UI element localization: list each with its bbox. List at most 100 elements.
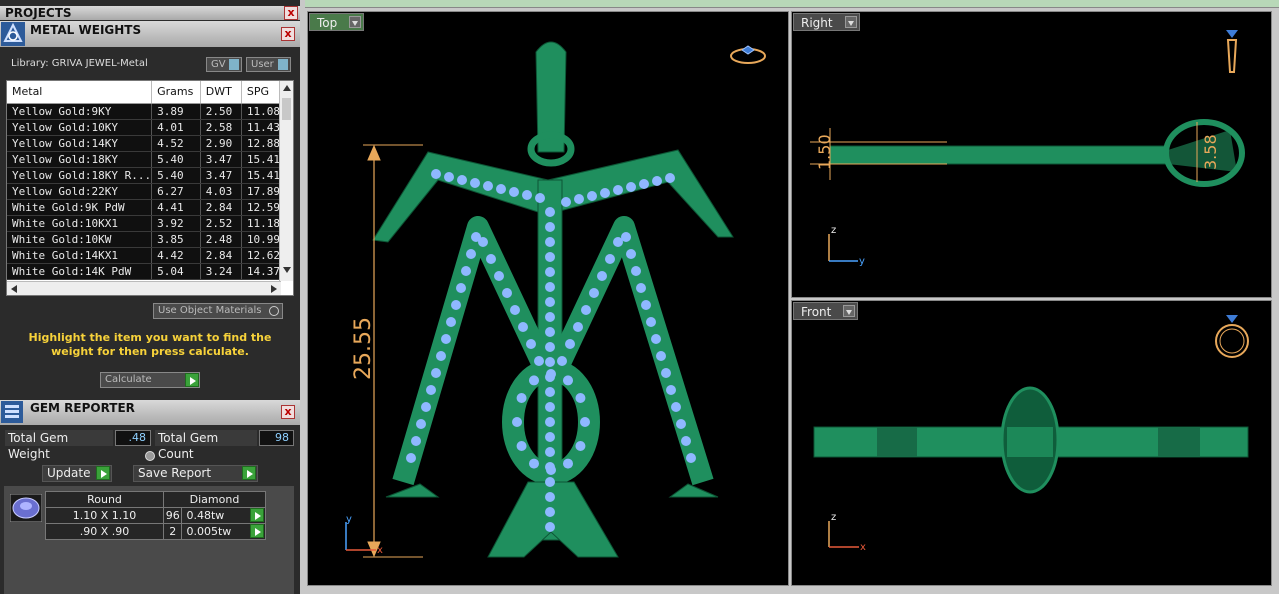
- pave-gem: [522, 190, 532, 200]
- pave-gem: [494, 271, 504, 281]
- pave-gem: [466, 249, 476, 259]
- pave-gem: [509, 187, 519, 197]
- pave-gem: [563, 375, 573, 386]
- table-cell: White Gold:10KX1: [7, 215, 153, 232]
- table-row[interactable]: Yellow Gold:14KY 4.52 2.90 12.88: [7, 135, 282, 152]
- pave-gem: [545, 357, 555, 367]
- gv-switch: [229, 59, 239, 70]
- col-spg[interactable]: SPG: [241, 81, 282, 104]
- table-row[interactable]: Yellow Gold:18KY R... 5.40 3.47 15.41: [7, 167, 282, 184]
- table-row[interactable]: White Gold:9K PdW 4.41 2.84 12.59: [7, 199, 282, 216]
- table-cell: 15.41: [241, 167, 282, 184]
- total-gem-count-label: Total Gem Count: [155, 430, 257, 461]
- round-gem-icon[interactable]: [10, 494, 42, 522]
- col-dwt[interactable]: DWT: [200, 81, 242, 104]
- scroll-up-icon[interactable]: [283, 85, 291, 91]
- table-row[interactable]: White Gold:14KX1 4.42 2.84 12.62: [7, 247, 282, 264]
- metal-table-hscroll[interactable]: [7, 281, 281, 295]
- pave-gem: [651, 334, 661, 344]
- gv-toggle[interactable]: GV: [206, 57, 242, 72]
- save-report-label: Save Report: [138, 466, 212, 480]
- table-row[interactable]: Yellow Gold:22KY 6.27 4.03 17.89: [7, 183, 282, 200]
- gem-select-arrow-icon[interactable]: [250, 524, 264, 538]
- table-cell: 15.41: [241, 151, 282, 168]
- pave-gem: [502, 288, 512, 298]
- gem-reporter-close-button[interactable]: x: [281, 405, 295, 419]
- pave-gem: [545, 507, 555, 517]
- gem-row[interactable]: .90 X .90 2 0.005tw: [45, 523, 266, 540]
- table-row[interactable]: White Gold:10KX1 3.92 2.52 11.18: [7, 215, 282, 232]
- table-cell: Yellow Gold:10KY: [7, 119, 153, 136]
- save-report-button[interactable]: Save Report: [133, 465, 258, 482]
- pave-gem: [580, 417, 590, 427]
- pave-gem: [431, 169, 441, 179]
- viewport-top[interactable]: Top 25.55 y x: [307, 11, 789, 586]
- metal-weights-table: Metal Grams DWT SPG Yellow Gold:9KY 3.89 2…: [7, 81, 282, 280]
- table-cell: White Gold:14KX1: [7, 247, 153, 264]
- gem-weight: 0.005tw: [181, 523, 266, 540]
- pave-gem: [421, 402, 431, 412]
- pave-gem: [483, 181, 493, 191]
- axis-x-label-front: x: [860, 542, 866, 553]
- table-cell: 2.84: [200, 247, 242, 264]
- table-row[interactable]: White Gold:14K PdW 5.04 3.24 14.37: [7, 263, 282, 280]
- user-toggle[interactable]: User: [246, 57, 291, 72]
- table-cell: 3.85: [151, 231, 201, 248]
- pave-gem: [686, 453, 696, 463]
- table-cell: 4.41: [151, 199, 201, 216]
- metal-table-vscroll[interactable]: [279, 81, 293, 281]
- pave-gem: [631, 266, 641, 276]
- pave-gem: [652, 176, 662, 186]
- viewport-right[interactable]: Right 1.50 3.58 z y: [791, 11, 1272, 298]
- table-cell: White Gold:9K PdW: [7, 199, 153, 216]
- gem-weight: 0.48tw: [181, 507, 266, 524]
- pave-gem: [436, 351, 446, 361]
- pave-gem: [626, 182, 636, 192]
- table-cell: 5.40: [151, 167, 201, 184]
- pave-gem: [512, 417, 522, 427]
- gem-reporter-header: GEM REPORTER x: [0, 400, 300, 425]
- table-row[interactable]: Yellow Gold:10KY 4.01 2.58 11.43: [7, 119, 282, 136]
- pave-gem: [545, 417, 555, 427]
- calculate-label: Calculate: [105, 374, 152, 385]
- col-metal[interactable]: Metal: [7, 81, 153, 104]
- table-cell: 2.84: [200, 199, 242, 216]
- pave-gem: [545, 237, 555, 247]
- table-row[interactable]: Yellow Gold:9KY 3.89 2.50 11.08: [7, 103, 282, 120]
- scroll-right-icon[interactable]: [271, 285, 277, 293]
- table-cell: 3.92: [151, 215, 201, 232]
- pave-gem: [545, 342, 555, 352]
- table-row[interactable]: White Gold:10KW 3.85 2.48 10.99: [7, 231, 282, 248]
- table-row[interactable]: Yellow Gold:18KY 5.40 3.47 15.41: [7, 151, 282, 168]
- table-cell: 14.37: [241, 263, 282, 280]
- pendant-model-right: 1.50 3.58 z y: [810, 119, 1245, 267]
- pave-gem: [478, 237, 488, 247]
- gem-select-arrow-icon[interactable]: [250, 508, 264, 522]
- pave-gem: [589, 288, 599, 298]
- scroll-down-icon[interactable]: [283, 267, 291, 273]
- use-object-materials-toggle[interactable]: Use Object Materials: [153, 303, 283, 319]
- metal-weights-close-button[interactable]: x: [281, 27, 295, 41]
- pendant-bail: [527, 41, 575, 167]
- table-cell: 11.18: [241, 215, 282, 232]
- col-grams[interactable]: Grams: [151, 81, 201, 104]
- pave-gem: [441, 334, 451, 344]
- panel-splitter-handle[interactable]: [145, 451, 155, 461]
- pave-gem: [581, 305, 591, 315]
- pave-gem: [545, 402, 555, 412]
- update-button[interactable]: Update: [42, 465, 112, 482]
- pave-gem: [613, 237, 623, 247]
- table-cell: 4.03: [200, 183, 242, 200]
- pave-gem: [597, 271, 607, 281]
- gem-row[interactable]: 1.10 X 1.10 96 0.48tw: [45, 507, 266, 524]
- pave-gem: [416, 419, 426, 429]
- projects-close-button[interactable]: x: [284, 6, 298, 20]
- vscroll-thumb[interactable]: [282, 98, 291, 120]
- calculate-button[interactable]: Calculate: [100, 372, 200, 388]
- projects-header: PROJECTS x: [0, 6, 300, 20]
- scroll-left-icon[interactable]: [11, 285, 17, 293]
- pave-gem: [613, 185, 623, 195]
- gem-size: .90 X .90: [45, 523, 164, 540]
- pave-gem: [545, 222, 555, 232]
- viewport-front[interactable]: Front z x: [791, 300, 1272, 586]
